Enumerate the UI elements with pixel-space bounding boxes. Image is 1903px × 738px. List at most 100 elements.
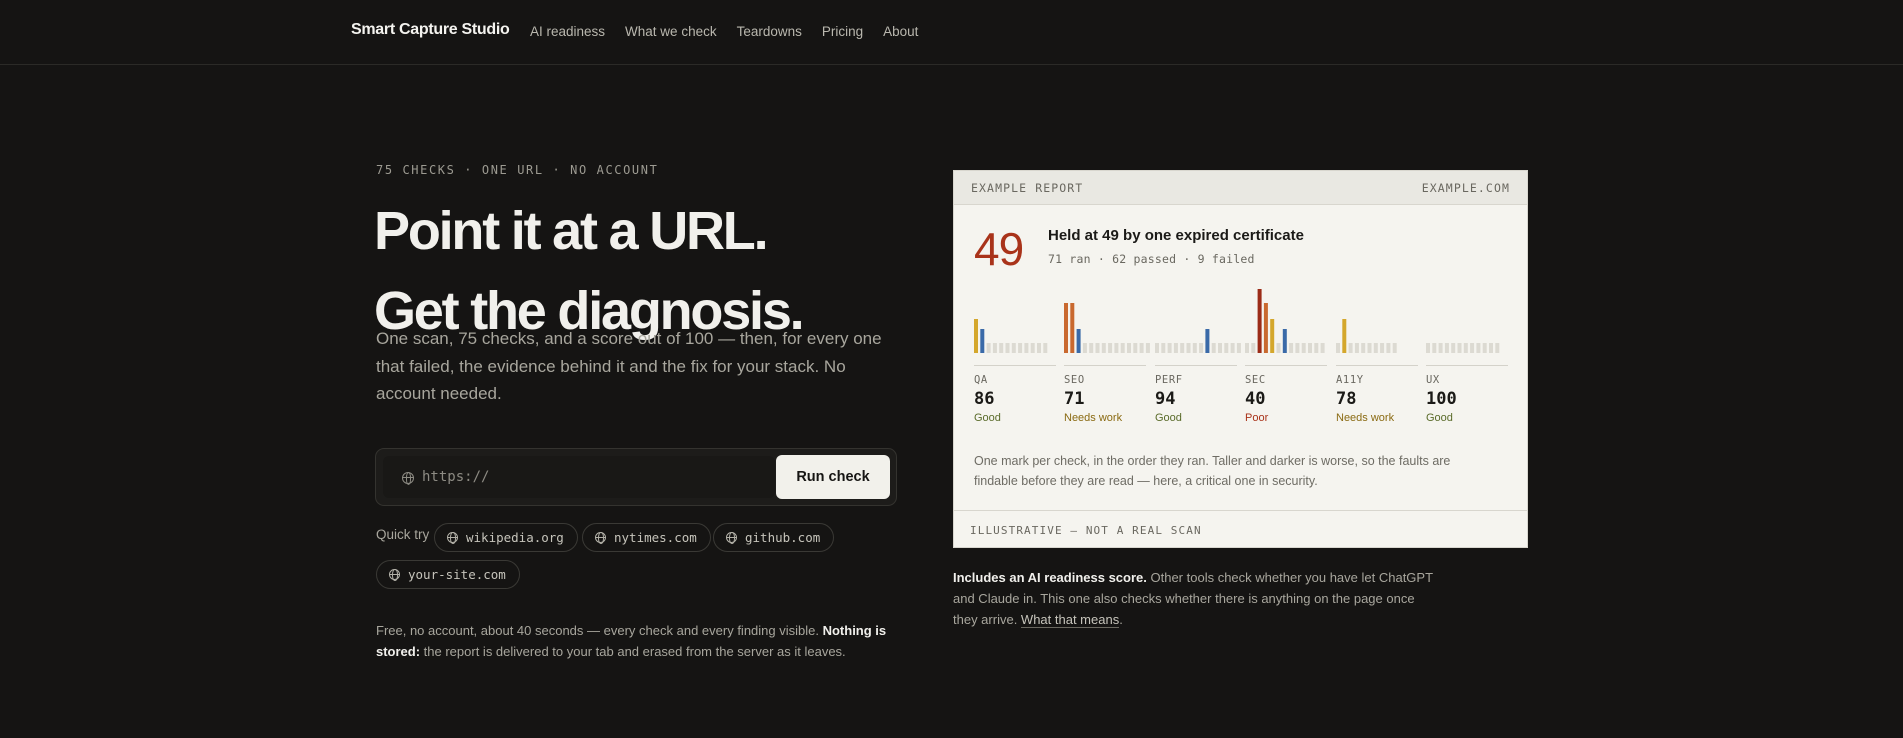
check-mark (1451, 343, 1456, 353)
what-that-means-link[interactable]: What that means (1020, 612, 1120, 628)
quick-try-chip-nytimes[interactable]: nytimes.com (582, 523, 711, 552)
example-report-card: EXAMPLE REPORT EXAMPLE.COM 49 Held at 49… (953, 170, 1528, 548)
overall-score: 49 (974, 223, 1024, 275)
check-mark (1161, 343, 1166, 353)
nav-link-ai-readiness[interactable]: AI readiness (530, 24, 605, 39)
check-mark (1030, 343, 1035, 353)
check-mark (1211, 343, 1216, 353)
chip-label: your-site.com (408, 567, 506, 582)
check-mark (1089, 343, 1094, 353)
check-mark (1438, 343, 1443, 353)
check-mark (1139, 343, 1144, 353)
url-input[interactable] (422, 462, 762, 492)
nav-link-what-we-check[interactable]: What we check (625, 24, 717, 39)
category-status: Needs work (1336, 412, 1395, 424)
check-mark (1101, 343, 1106, 353)
check-mark (1457, 343, 1462, 353)
check-mark (1024, 343, 1029, 353)
check-mark (1336, 343, 1340, 353)
category-perf: PERF 94 Good (1155, 365, 1237, 424)
check-mark (1127, 343, 1131, 353)
check-mark (1263, 303, 1268, 353)
quick-try-chip-wikipedia[interactable]: wikipedia.org (434, 523, 578, 552)
quick-try-label: Quick try (376, 527, 430, 542)
ai-readiness-note: Includes an AI readiness score. Other to… (953, 567, 1433, 630)
check-mark (992, 343, 997, 353)
category-name: SEO (1064, 374, 1085, 386)
check-mark (1236, 343, 1241, 353)
category-qa: QA 86 Good (974, 365, 1056, 424)
check-mark (1463, 343, 1468, 353)
check-mark (1064, 303, 1068, 353)
check-mark (1308, 343, 1312, 353)
check-mark (980, 329, 985, 353)
category-sec: SEC 40 Poor (1245, 365, 1327, 424)
url-input-container (383, 456, 775, 498)
ai-note-bold: Includes an AI readiness score. (953, 570, 1147, 585)
check-mark (1005, 343, 1010, 353)
run-check-button[interactable]: Run check (776, 455, 890, 499)
category-name: A11Y (1336, 374, 1364, 386)
report-caption: One mark per check, in the order they ra… (974, 454, 1451, 488)
check-mark (999, 343, 1004, 353)
category-status: Good (1426, 412, 1453, 424)
check-mark (1270, 319, 1275, 353)
url-search-form: Run check (375, 448, 897, 506)
report-label: EXAMPLE REPORT (971, 180, 1084, 195)
category-status: Poor (1245, 412, 1269, 424)
check-mark (1076, 329, 1081, 353)
category-score: 100 (1426, 389, 1457, 409)
check-mark (1444, 343, 1449, 353)
check-mark (1108, 343, 1113, 353)
check-mark (1426, 343, 1430, 353)
check-mark (1180, 343, 1185, 353)
nav-link-pricing[interactable]: Pricing (822, 24, 863, 39)
report-summary-stats: 71 ran · 62 passed · 9 failed (1048, 252, 1255, 266)
globe-icon (389, 569, 400, 581)
check-mark (1037, 343, 1041, 353)
check-mark (1482, 343, 1487, 353)
check-mark (1373, 343, 1378, 353)
quick-try-chip-your-site[interactable]: your-site.com (376, 560, 520, 589)
category-name: QA (974, 374, 988, 386)
category-ux: UX 100 Good (1426, 365, 1508, 424)
nav-link-teardowns[interactable]: Teardowns (737, 24, 802, 39)
check-mark (1186, 343, 1191, 353)
nav-links: AI readiness What we check Teardowns Pri… (530, 24, 918, 39)
privacy-footnote: Free, no account, about 40 seconds — eve… (376, 620, 896, 662)
quick-try-chip-github[interactable]: github.com (713, 523, 835, 552)
check-mark (1145, 343, 1150, 353)
check-mark (1245, 343, 1249, 353)
check-mark (1230, 343, 1235, 353)
category-status: Good (974, 412, 1001, 424)
nav-link-about[interactable]: About (883, 24, 918, 39)
check-mark (1224, 343, 1229, 353)
check-mark (1018, 343, 1023, 353)
category-score: 71 (1064, 389, 1085, 409)
check-mark (1043, 343, 1048, 353)
category-scores: QA 86 Good SEO 71 Needs work PERF 94 Goo… (974, 365, 1509, 437)
headline-line-1: Point it at a URL. (374, 201, 769, 261)
globe-icon (595, 532, 606, 544)
footnote-rest: the report is delivered to your tab and … (420, 644, 846, 659)
chip-label: wikipedia.org (466, 530, 564, 545)
ai-note-end: . (1119, 612, 1123, 627)
check-mark (1282, 329, 1287, 353)
check-mark (1120, 343, 1125, 353)
category-name: UX (1426, 374, 1440, 386)
check-mark (1301, 343, 1306, 353)
check-mark (1070, 303, 1075, 353)
check-mark (1199, 343, 1204, 353)
check-mark (1095, 343, 1100, 353)
top-nav: Smart Capture Studio AI readiness What w… (0, 0, 1903, 65)
check-mark (1432, 343, 1437, 353)
globe-icon (447, 532, 458, 544)
check-mark (974, 319, 978, 353)
chip-label: github.com (745, 530, 821, 545)
check-marks-strip (974, 289, 1500, 353)
check-mark (1082, 343, 1087, 353)
brand-logo[interactable]: Smart Capture Studio (351, 21, 510, 39)
category-score: 40 (1245, 389, 1266, 409)
check-mark (1470, 343, 1475, 353)
check-mark (1495, 343, 1500, 353)
